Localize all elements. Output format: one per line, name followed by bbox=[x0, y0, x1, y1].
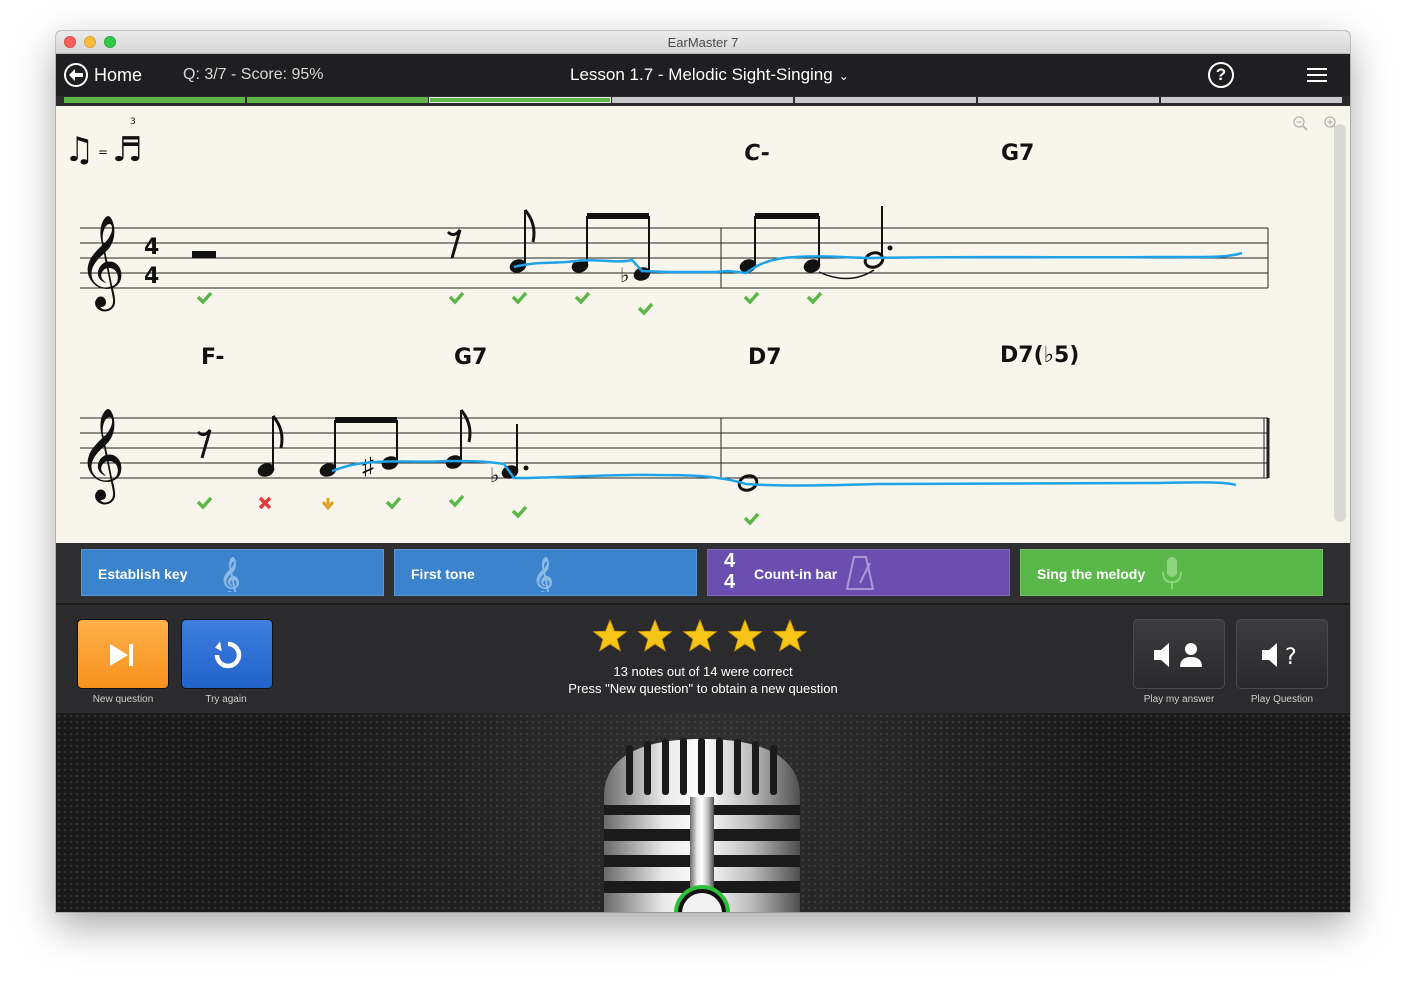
star-icon bbox=[727, 619, 763, 652]
answer-controls: New question Try again 13 notes out of 1… bbox=[56, 603, 1350, 713]
play-my-answer-caption: Play my answer bbox=[1143, 694, 1215, 705]
top-navbar: Home Q: 3/7 - Score: 95% Lesson 1.7 - Me… bbox=[56, 54, 1350, 96]
title-bar: EarMaster 7 bbox=[56, 31, 1350, 54]
step-label: Count-in bar bbox=[754, 566, 838, 582]
speaker-person-icon bbox=[1154, 643, 1202, 667]
chord-symbol: F- bbox=[201, 345, 224, 370]
window-title: EarMaster 7 bbox=[667, 35, 739, 50]
svg-text:4: 4 bbox=[144, 235, 159, 260]
zoom-out-icon[interactable] bbox=[1293, 116, 1308, 131]
step-label: Establish key bbox=[98, 566, 188, 582]
star-icon bbox=[682, 619, 718, 652]
treble-clef-icon: 𝄞 bbox=[220, 557, 240, 592]
svg-text:𝄞: 𝄞 bbox=[533, 557, 553, 592]
vertical-scrollbar[interactable] bbox=[1334, 124, 1346, 522]
swing-notation-hint: ♫ = ♬ 3 bbox=[64, 117, 142, 170]
lesson-title: Lesson 1.7 - Melodic Sight-Singing bbox=[570, 65, 833, 84]
feedback-marks-row-1 bbox=[196, 291, 823, 316]
eighth-rest bbox=[446, 229, 462, 259]
hamburger-menu-icon[interactable] bbox=[1307, 68, 1327, 82]
lesson-selector[interactable]: Lesson 1.7 - Melodic Sight-Singing ⌄ bbox=[570, 65, 849, 85]
step-first-tone[interactable]: First tone 𝄞 bbox=[394, 549, 697, 596]
svg-text:♭: ♭ bbox=[620, 265, 629, 287]
sung-pitch-trace-row-2 bbox=[331, 459, 1237, 487]
progress-segment bbox=[978, 97, 1159, 103]
svg-text:=: = bbox=[98, 145, 108, 159]
chord-symbol: C- bbox=[743, 141, 771, 166]
exercise-steps-bar: Establish key 𝄞 First tone 𝄞 4 4 Count-i… bbox=[56, 543, 1350, 603]
back-arrow-icon bbox=[64, 63, 88, 87]
treble-clef-icon: 𝄞 bbox=[78, 407, 125, 504]
time-signature: 4 4 bbox=[144, 235, 159, 289]
svg-text:♭: ♭ bbox=[490, 465, 499, 487]
lesson-progress-bar bbox=[56, 96, 1350, 106]
progress-segment bbox=[64, 97, 245, 103]
metronome-icon bbox=[846, 556, 874, 590]
home-label: Home bbox=[94, 64, 143, 85]
star-icon bbox=[592, 619, 628, 652]
progress-segment bbox=[612, 97, 793, 103]
step-establish-key[interactable]: Establish key 𝄞 bbox=[81, 549, 384, 596]
half-rest bbox=[192, 251, 216, 258]
question-score-status: Q: 3/7 - Score: 95% bbox=[183, 66, 324, 83]
step-label: Sing the melody bbox=[1037, 566, 1146, 582]
treble-clef-icon: 𝄞 bbox=[533, 557, 553, 592]
chord-symbol: G7 bbox=[454, 345, 487, 370]
chord-symbol: D7(♭5) bbox=[1000, 343, 1079, 368]
count-in-time-signature: 4 4 bbox=[724, 550, 736, 593]
progress-segment bbox=[1161, 97, 1342, 103]
speaker-question-icon: ? bbox=[1262, 643, 1297, 668]
chevron-down-icon: ⌄ bbox=[838, 69, 849, 83]
svg-text:4: 4 bbox=[144, 264, 159, 289]
help-icon[interactable]: ? bbox=[1208, 62, 1234, 88]
music-score-sheet: ♫ = ♬ 3 C- G7 𝄞 4 4 ♭ F- G7 D7 D7(♭5) 𝄞 … bbox=[56, 106, 1350, 543]
microphone-panel bbox=[56, 713, 1350, 912]
svg-text:♫: ♫ bbox=[64, 130, 94, 170]
play-my-answer-button[interactable] bbox=[1133, 619, 1225, 689]
treble-clef-icon: 𝄞 bbox=[78, 214, 125, 311]
svg-text:♯: ♯ bbox=[362, 453, 374, 480]
step-label: First tone bbox=[411, 566, 475, 582]
chord-symbol: G7 bbox=[1001, 141, 1034, 166]
star-rating bbox=[592, 619, 808, 652]
play-question-button[interactable]: ? bbox=[1236, 619, 1328, 689]
progress-segment bbox=[795, 97, 976, 103]
eighth-rest bbox=[196, 429, 212, 459]
chord-symbol: D7 bbox=[748, 345, 782, 370]
star-icon bbox=[637, 619, 673, 652]
star-icon bbox=[772, 619, 808, 652]
feedback-marks-row-2 bbox=[196, 494, 760, 526]
microphone-icon bbox=[1162, 557, 1182, 589]
play-question-caption: Play Question bbox=[1250, 694, 1314, 705]
melody-notes-row-2: ♯ ♭ bbox=[257, 409, 759, 492]
progress-segment bbox=[247, 97, 428, 103]
home-button[interactable]: Home bbox=[64, 61, 142, 89]
svg-text:?: ? bbox=[1285, 645, 1297, 668]
svg-text:3: 3 bbox=[130, 117, 136, 127]
svg-text:♬: ♬ bbox=[112, 130, 142, 170]
step-sing-the-melody[interactable]: Sing the melody bbox=[1020, 549, 1323, 596]
svg-text:𝄞: 𝄞 bbox=[220, 557, 240, 592]
melody-notes-row-1: ♭ bbox=[509, 206, 893, 287]
app-window: EarMaster 7 Home Q: 3/7 - Score: 95% Les… bbox=[56, 31, 1350, 912]
step-count-in-bar[interactable]: 4 4 Count-in bar bbox=[707, 549, 1010, 596]
microphone-icon bbox=[604, 738, 800, 912]
progress-segment-current bbox=[429, 97, 611, 103]
